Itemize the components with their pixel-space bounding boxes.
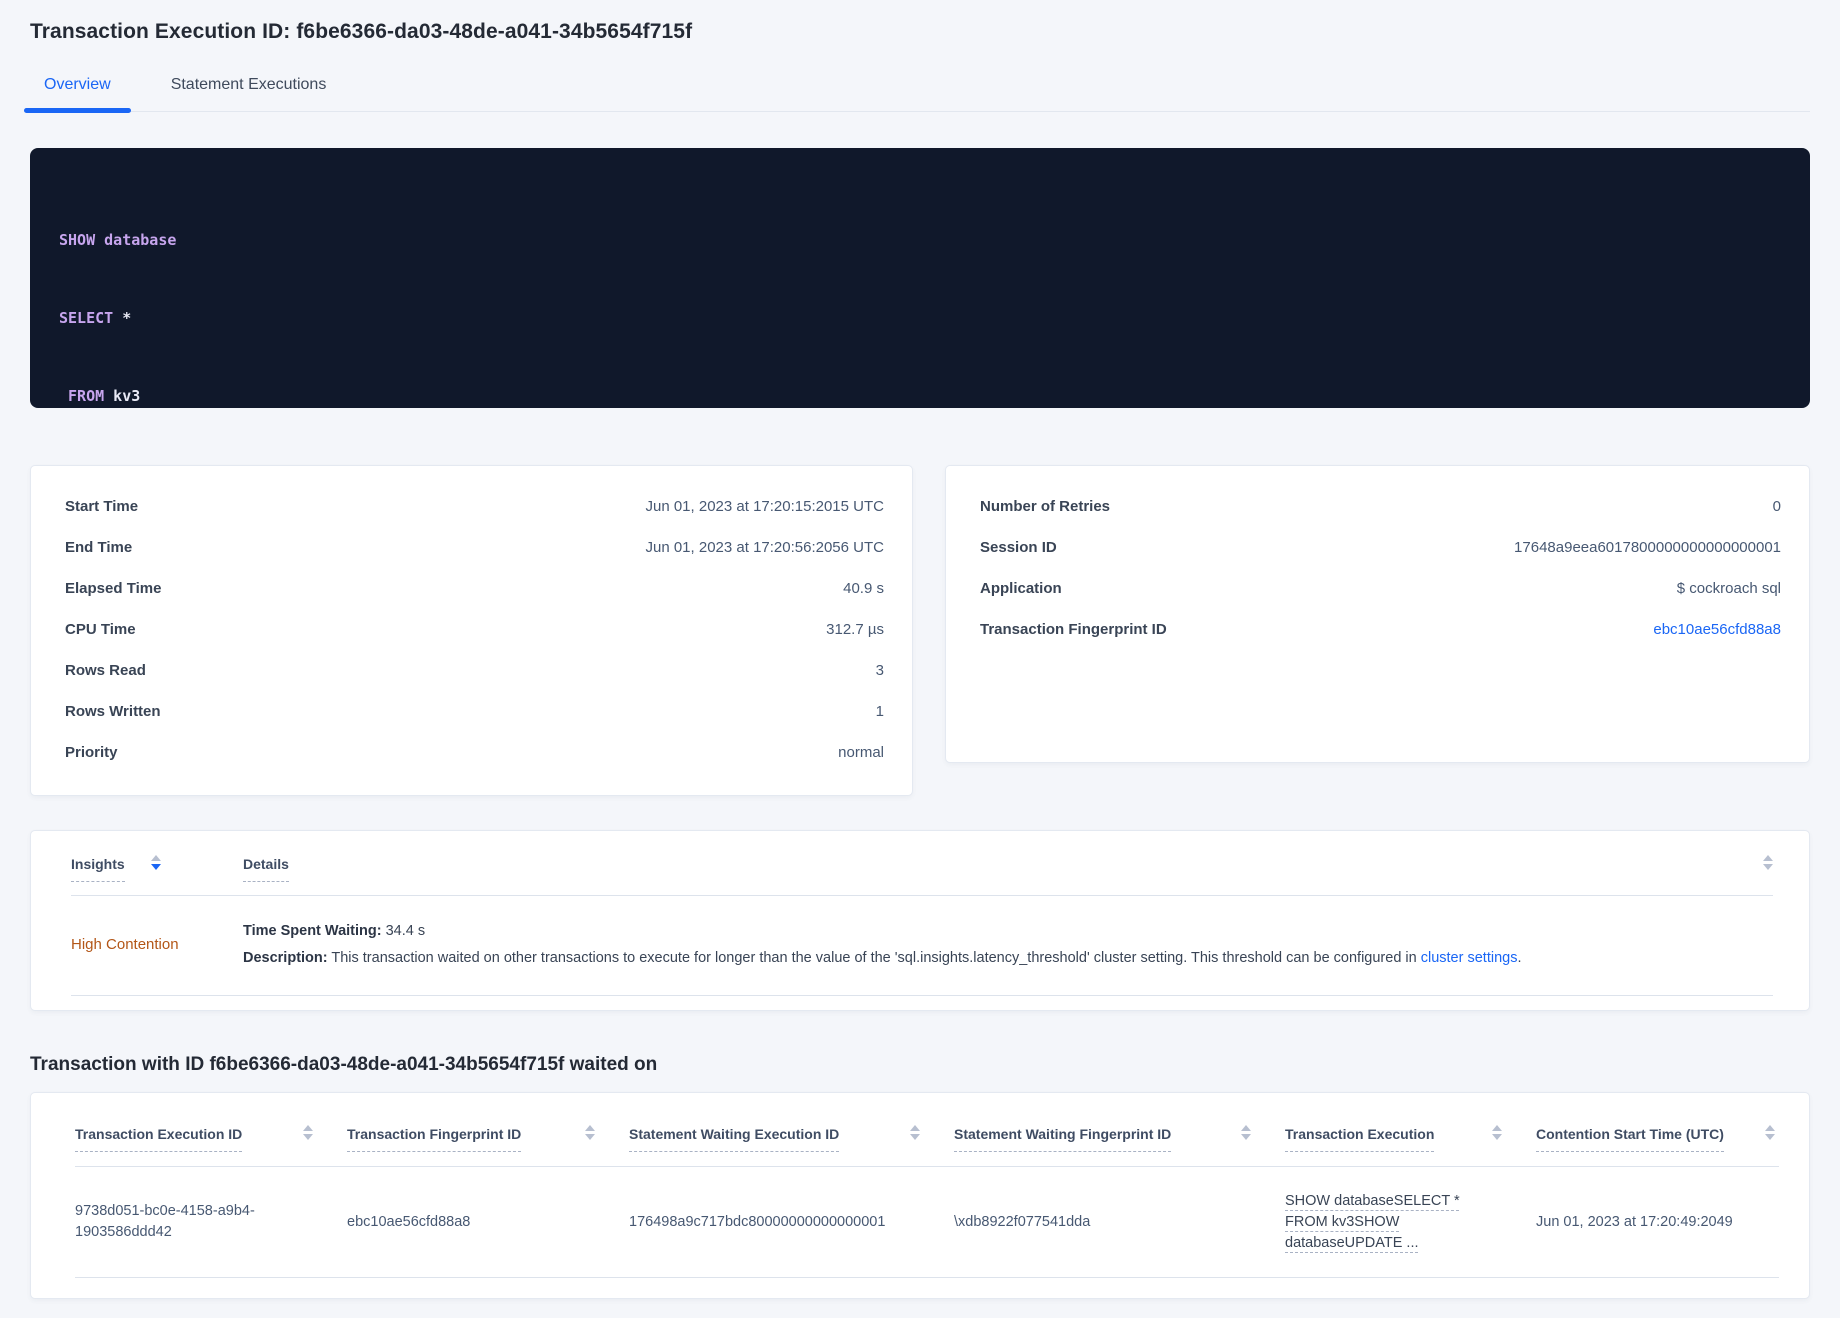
- cell-transaction-fingerprint-id: ebc10ae56cfd88a8: [347, 1213, 471, 1230]
- stat-row-retries: Number of Retries 0: [980, 496, 1781, 517]
- sort-arrows-icon[interactable]: [910, 1125, 920, 1140]
- stat-value: 0: [1772, 498, 1781, 515]
- stat-label: Application: [980, 580, 1062, 597]
- col-transaction-fingerprint-id: Transaction Fingerprint ID: [347, 1125, 629, 1152]
- stat-row-cpu-time: CPU Time 312.7 µs: [65, 619, 884, 640]
- stat-value: 40.9 s: [843, 580, 884, 597]
- col-transaction-execution-id: Transaction Execution ID: [75, 1125, 347, 1152]
- sql-statements-box: SHOW database SELECT * FROM kv3 SHOW dat…: [30, 148, 1810, 408]
- stat-row-rows-read: Rows Read 3: [65, 660, 884, 681]
- stat-label: Start Time: [65, 498, 139, 515]
- insights-table-card: Insights Details High Contention Time Sp…: [30, 830, 1810, 1011]
- stat-row-application: Application $ cockroach sql: [980, 578, 1781, 599]
- tab-overview[interactable]: Overview: [24, 76, 131, 113]
- col-statement-waiting-execution-id: Statement Waiting Execution ID: [629, 1125, 954, 1152]
- tab-bar: Overview Statement Executions: [24, 68, 1810, 113]
- cell-statement-waiting-fingerprint-id: \xdb8922f077541dda: [954, 1213, 1091, 1230]
- insight-row-high-contention: High Contention Time Spent Waiting: 34.4…: [71, 896, 1773, 996]
- stat-row-elapsed-time: Elapsed Time 40.9 s: [65, 578, 884, 599]
- session-info-card: Number of Retries 0 Session ID 17648a9ee…: [945, 465, 1810, 763]
- stat-row-session-id: Session ID 17648a9eea6017800000000000000…: [980, 537, 1781, 558]
- sort-arrows-icon[interactable]: [1763, 855, 1773, 870]
- transaction-details-page: Transaction Execution ID: f6be6366-da03-…: [0, 0, 1840, 1299]
- transaction-fingerprint-link[interactable]: ebc10ae56cfd88a8: [1653, 619, 1781, 640]
- stat-row-priority: Priority normal: [65, 742, 884, 763]
- stat-value: 17648a9eea6017800000000000000001: [1514, 539, 1781, 556]
- waited-on-table-header: Transaction Execution ID Transaction Fin…: [75, 1125, 1779, 1167]
- stat-row-rows-written: Rows Written 1: [65, 701, 884, 722]
- time-spent-waiting: Time Spent Waiting: 34.4 s: [243, 923, 426, 939]
- stat-value: 1: [875, 703, 884, 720]
- summary-cards-row: Start Time Jun 01, 2023 at 17:20:15:2015…: [30, 465, 1810, 796]
- tab-statement-executions[interactable]: Statement Executions: [165, 76, 333, 111]
- sort-arrows-icon[interactable]: [1765, 1125, 1775, 1140]
- sql-line: FROM kv3: [59, 387, 141, 405]
- insight-type-label: High Contention: [71, 936, 179, 953]
- sort-arrows-icon[interactable]: [303, 1125, 313, 1140]
- insights-table-header: Insights Details: [71, 855, 1773, 896]
- stat-label: Session ID: [980, 539, 1057, 556]
- stat-value: normal: [838, 744, 884, 761]
- cell-transaction-execution-id: 9738d051-bc0e-4158-a9b4-1903586ddd42: [75, 1203, 255, 1240]
- insights-sort-header[interactable]: Insights: [71, 855, 125, 882]
- insight-details: Time Spent Waiting: 34.4 s Description: …: [243, 920, 1773, 969]
- sql-line: SHOW database: [59, 231, 177, 249]
- stat-value: 312.7 µs: [826, 621, 884, 638]
- stat-label: Rows Written: [65, 703, 161, 720]
- waited-on-table-card: Transaction Execution ID Transaction Fin…: [30, 1092, 1810, 1299]
- sort-arrows-icon[interactable]: [585, 1125, 595, 1140]
- stat-row-end-time: End Time Jun 01, 2023 at 17:20:56:2056 U…: [65, 537, 884, 558]
- stat-label: Elapsed Time: [65, 580, 162, 597]
- cell-contention-start-time: Jun 01, 2023 at 17:20:49:2049: [1536, 1213, 1733, 1230]
- stat-value: Jun 01, 2023 at 17:20:56:2056 UTC: [645, 539, 884, 556]
- details-column-header: Details: [243, 855, 1773, 882]
- stat-label: Priority: [65, 744, 118, 761]
- insights-column-header: Insights: [71, 855, 243, 882]
- execution-times-card: Start Time Jun 01, 2023 at 17:20:15:2015…: [30, 465, 913, 796]
- stat-label: Transaction Fingerprint ID: [980, 621, 1167, 638]
- stat-row-start-time: Start Time Jun 01, 2023 at 17:20:15:2015…: [65, 496, 884, 517]
- stat-value: $ cockroach sql: [1676, 580, 1781, 597]
- insight-description: Description: This transaction waited on …: [243, 950, 1522, 966]
- stat-label: Number of Retries: [980, 498, 1111, 515]
- stat-value: Jun 01, 2023 at 17:20:15:2015 UTC: [645, 498, 884, 515]
- stat-row-transaction-fingerprint-id: Transaction Fingerprint ID ebc10ae56cfd8…: [980, 619, 1781, 640]
- sort-arrows-icon[interactable]: [150, 855, 161, 870]
- sort-arrows-icon[interactable]: [1492, 1125, 1502, 1140]
- stat-label: CPU Time: [65, 621, 136, 638]
- col-transaction-execution: Transaction Execution: [1285, 1125, 1536, 1152]
- stat-value: 3: [875, 662, 884, 679]
- transaction-execution-link[interactable]: SHOW databaseSELECT * FROM kv3SHOW datab…: [1285, 1191, 1461, 1254]
- col-contention-start-time: Contention Start Time (UTC): [1536, 1125, 1779, 1152]
- cell-transaction-execution: SHOW databaseSELECT * FROM kv3SHOW datab…: [1285, 1191, 1536, 1254]
- page-title: Transaction Execution ID: f6be6366-da03-…: [30, 20, 693, 43]
- sql-line: SELECT *: [59, 309, 132, 327]
- details-sort-header[interactable]: Details: [243, 855, 289, 882]
- cluster-settings-link[interactable]: cluster settings: [1421, 950, 1518, 966]
- waited-on-table-row: 9738d051-bc0e-4158-a9b4-1903586ddd42 ebc…: [75, 1167, 1779, 1278]
- stat-label: Rows Read: [65, 662, 146, 679]
- stat-label: End Time: [65, 539, 133, 556]
- col-statement-waiting-fingerprint-id: Statement Waiting Fingerprint ID: [954, 1125, 1285, 1152]
- cell-statement-waiting-execution-id: 176498a9c717bdc80000000000000001: [629, 1213, 886, 1230]
- waited-on-heading: Transaction with ID f6be6366-da03-48de-a…: [30, 1054, 658, 1075]
- sort-arrows-icon[interactable]: [1241, 1125, 1251, 1140]
